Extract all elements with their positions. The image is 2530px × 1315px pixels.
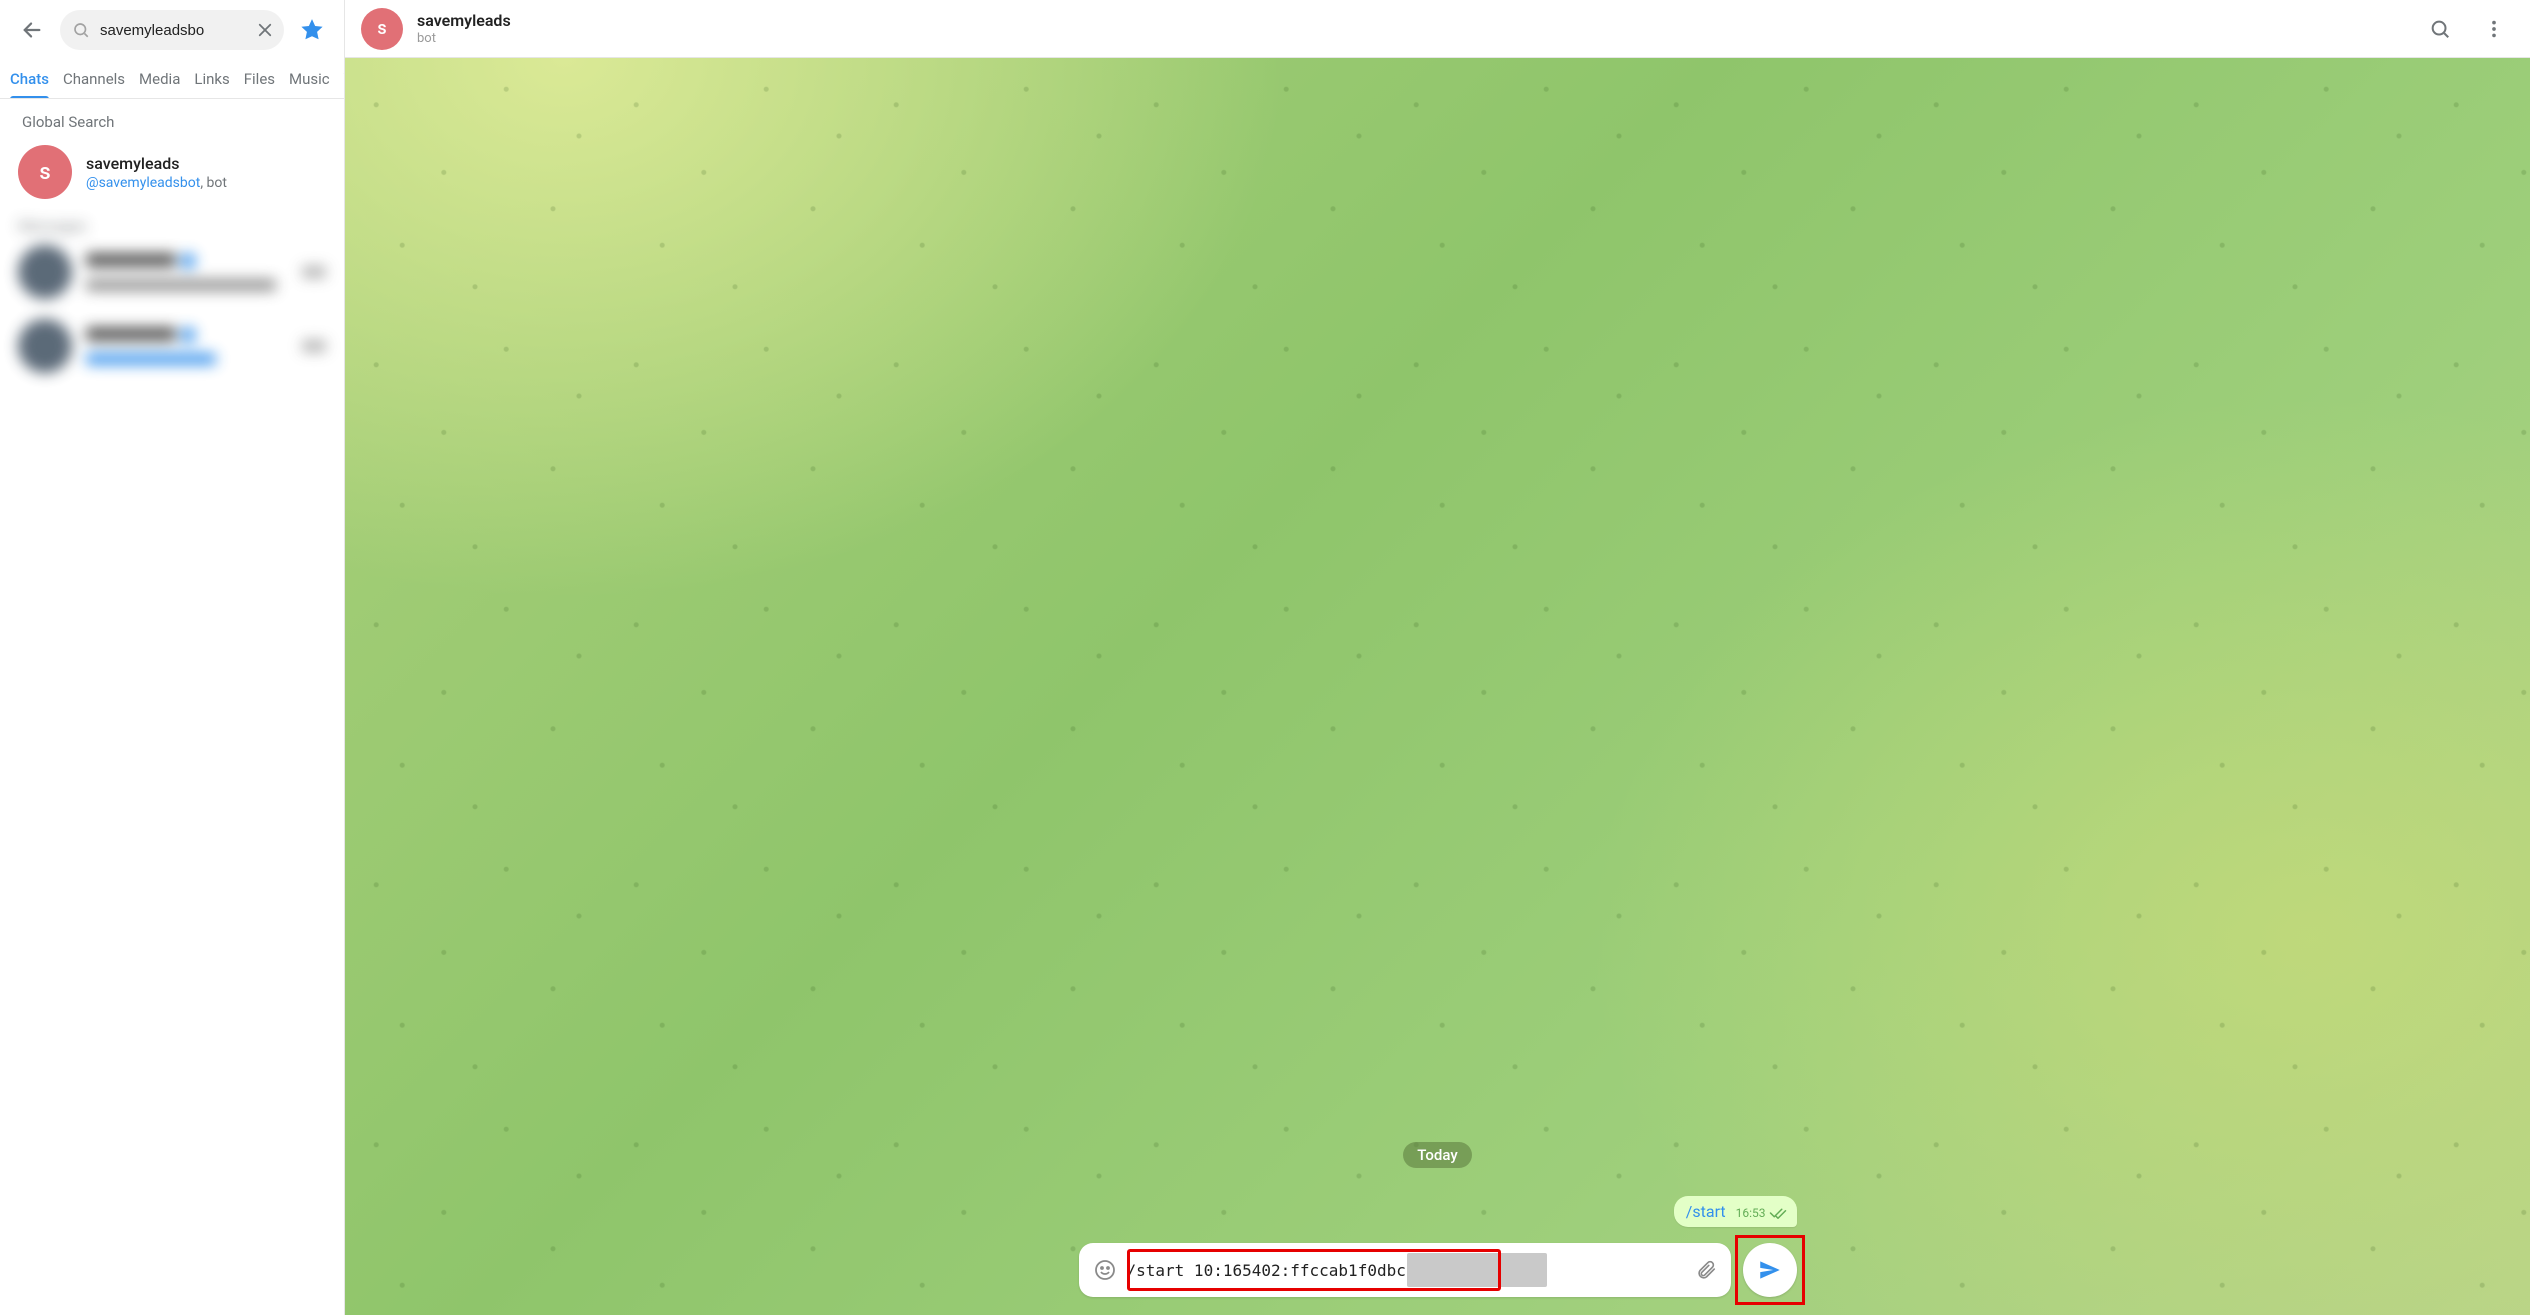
redaction-mask [1407,1253,1547,1287]
tab-music[interactable]: Music [289,64,330,98]
tab-channels[interactable]: Channels [63,64,125,98]
chat-panel: s savemyleads bot Today [345,0,2530,1315]
app: Chats Channels Media Links Files Music V… [0,0,2530,1315]
tab-files[interactable]: Files [244,64,275,98]
result-handle: @savemyleadsbot [86,175,200,191]
composer-row [1073,1243,1803,1297]
emoji-button[interactable] [1093,1258,1117,1282]
chat-title-block[interactable]: savemyleads bot [417,11,511,46]
close-icon [256,21,274,39]
composer-input-area [1127,1243,1685,1297]
message-bubble-out[interactable]: /start 16:53 [1674,1196,1797,1227]
message-composer [1079,1243,1731,1297]
chat-header: s savemyleads bot [345,0,2530,58]
message-time: 16:53 [1736,1206,1766,1220]
smile-icon [1093,1258,1117,1282]
arrow-left-icon [21,19,43,41]
chat-more-button[interactable] [2474,9,2514,49]
message-meta: 16:53 [1736,1206,1787,1220]
date-separator: Today [1403,1142,1471,1168]
result-text: savemyleads @savemyleadsbot, bot [86,154,227,191]
chat-avatar[interactable]: s [361,8,403,50]
chat-subtitle: bot [417,31,511,46]
send-button[interactable] [1743,1243,1797,1297]
tab-chats[interactable]: Chats [10,64,49,98]
result-name: savemyleads [86,154,227,173]
message-input[interactable] [1127,1261,1685,1280]
blurred-other-results: Messages [0,207,344,403]
avatar: s [18,145,72,199]
sidebar-top [0,0,344,56]
chat-title: savemyleads [417,11,511,30]
clear-search-button[interactable] [256,21,274,39]
section-label-global-search: Global Search [0,99,344,137]
result-sub: @savemyleadsbot, bot [86,175,227,191]
chat-body: Today /start 16:53 [345,58,2530,1315]
messages-center: Today /start 16:53 [1073,1142,1803,1297]
search-result-item[interactable]: s savemyleads @savemyleadsbot, bot [0,137,344,207]
search-wrap [60,10,284,50]
read-checks-icon [1769,1207,1787,1219]
message-row-out: /start 16:53 [1073,1196,1803,1243]
back-button[interactable] [14,12,50,48]
star-icon [299,17,325,43]
search-icon [72,21,90,39]
bookmark-button[interactable] [294,12,330,48]
chat-search-button[interactable] [2420,9,2460,49]
search-tabs: Chats Channels Media Links Files Music V… [0,56,344,99]
tab-links[interactable]: Links [194,64,229,98]
search-icon [2429,18,2451,40]
search-input[interactable] [60,10,284,50]
paperclip-icon [1695,1259,1717,1281]
attach-button[interactable] [1695,1259,1717,1281]
sidebar: Chats Channels Media Links Files Music V… [0,0,345,1315]
more-vertical-icon [2483,18,2505,40]
message-text: /start [1686,1202,1726,1221]
tab-media[interactable]: Media [139,64,180,98]
annotation-highlight-send [1735,1235,1805,1305]
messages-area[interactable]: Today /start 16:53 [345,58,2530,1315]
result-suffix: , bot [200,175,227,191]
